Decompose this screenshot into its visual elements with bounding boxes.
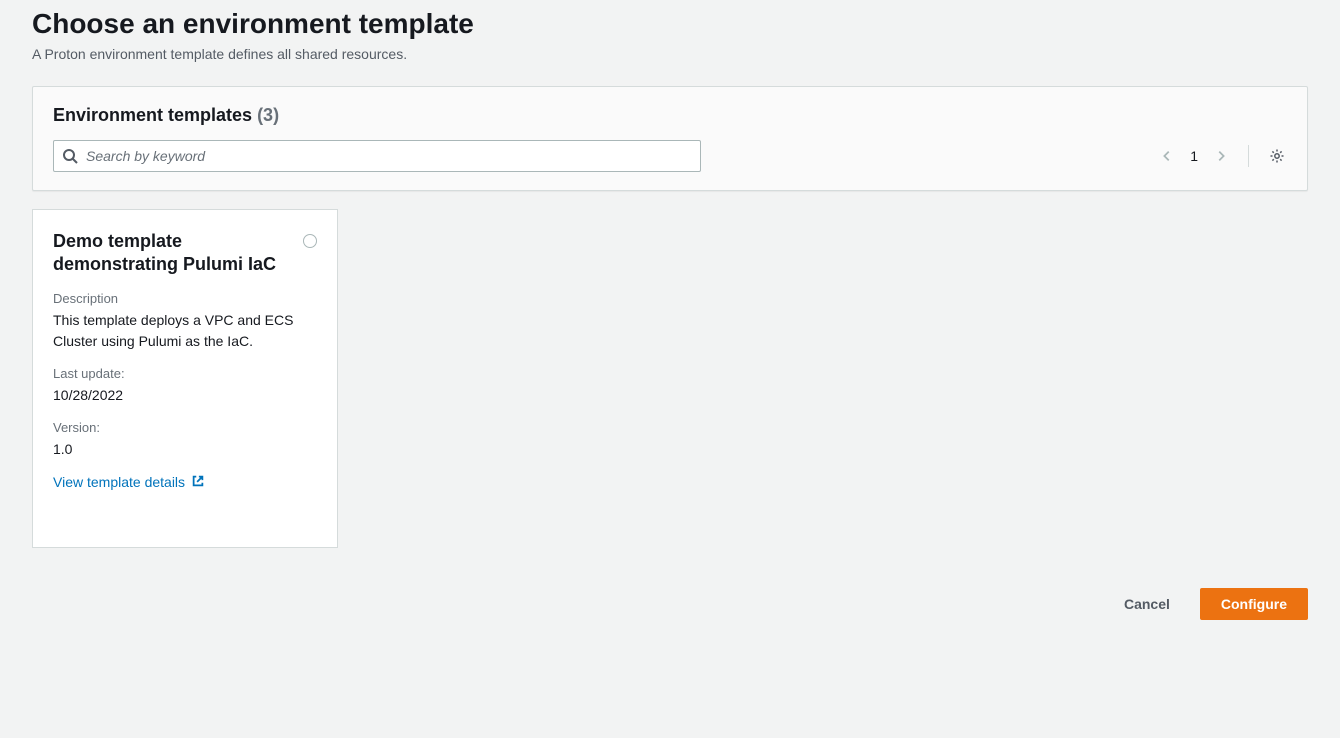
- search-icon: [62, 148, 78, 164]
- description-value: This template deploys a VPC and ECS Clus…: [53, 310, 317, 352]
- next-page-button[interactable]: [1212, 147, 1230, 165]
- panel-title-text: Environment templates: [53, 105, 252, 125]
- last-update-label: Last update:: [53, 366, 317, 381]
- pager: 1: [1158, 145, 1287, 167]
- search-box: [53, 140, 701, 172]
- card-header: Demo template demonstrating Pulumi IaC: [53, 230, 317, 277]
- template-card[interactable]: Demo template demonstrating Pulumi IaC D…: [32, 209, 338, 548]
- view-details-text: View template details: [53, 474, 185, 490]
- page-title: Choose an environment template: [32, 0, 1308, 40]
- description-label: Description: [53, 291, 317, 306]
- search-input[interactable]: [53, 140, 701, 172]
- footer-actions: Cancel Configure: [32, 588, 1308, 620]
- panel-header: Environment templates (3): [53, 105, 1287, 126]
- pager-divider: [1248, 145, 1249, 167]
- page-number: 1: [1190, 148, 1198, 164]
- settings-button[interactable]: [1267, 146, 1287, 166]
- version-value: 1.0: [53, 439, 317, 460]
- external-link-icon: [191, 474, 205, 491]
- configure-button[interactable]: Configure: [1200, 588, 1308, 620]
- cancel-button[interactable]: Cancel: [1104, 588, 1190, 620]
- panel-count: (3): [257, 105, 279, 125]
- version-label: Version:: [53, 420, 317, 435]
- prev-page-button[interactable]: [1158, 147, 1176, 165]
- view-details-link[interactable]: View template details: [53, 474, 205, 491]
- card-title: Demo template demonstrating Pulumi IaC: [53, 230, 293, 277]
- templates-panel: Environment templates (3) 1: [32, 86, 1308, 191]
- last-update-value: 10/28/2022: [53, 385, 317, 406]
- select-template-radio[interactable]: [303, 234, 317, 248]
- panel-title: Environment templates (3): [53, 105, 279, 126]
- page-subtitle: A Proton environment template defines al…: [32, 46, 1308, 62]
- search-row: 1: [53, 140, 1287, 172]
